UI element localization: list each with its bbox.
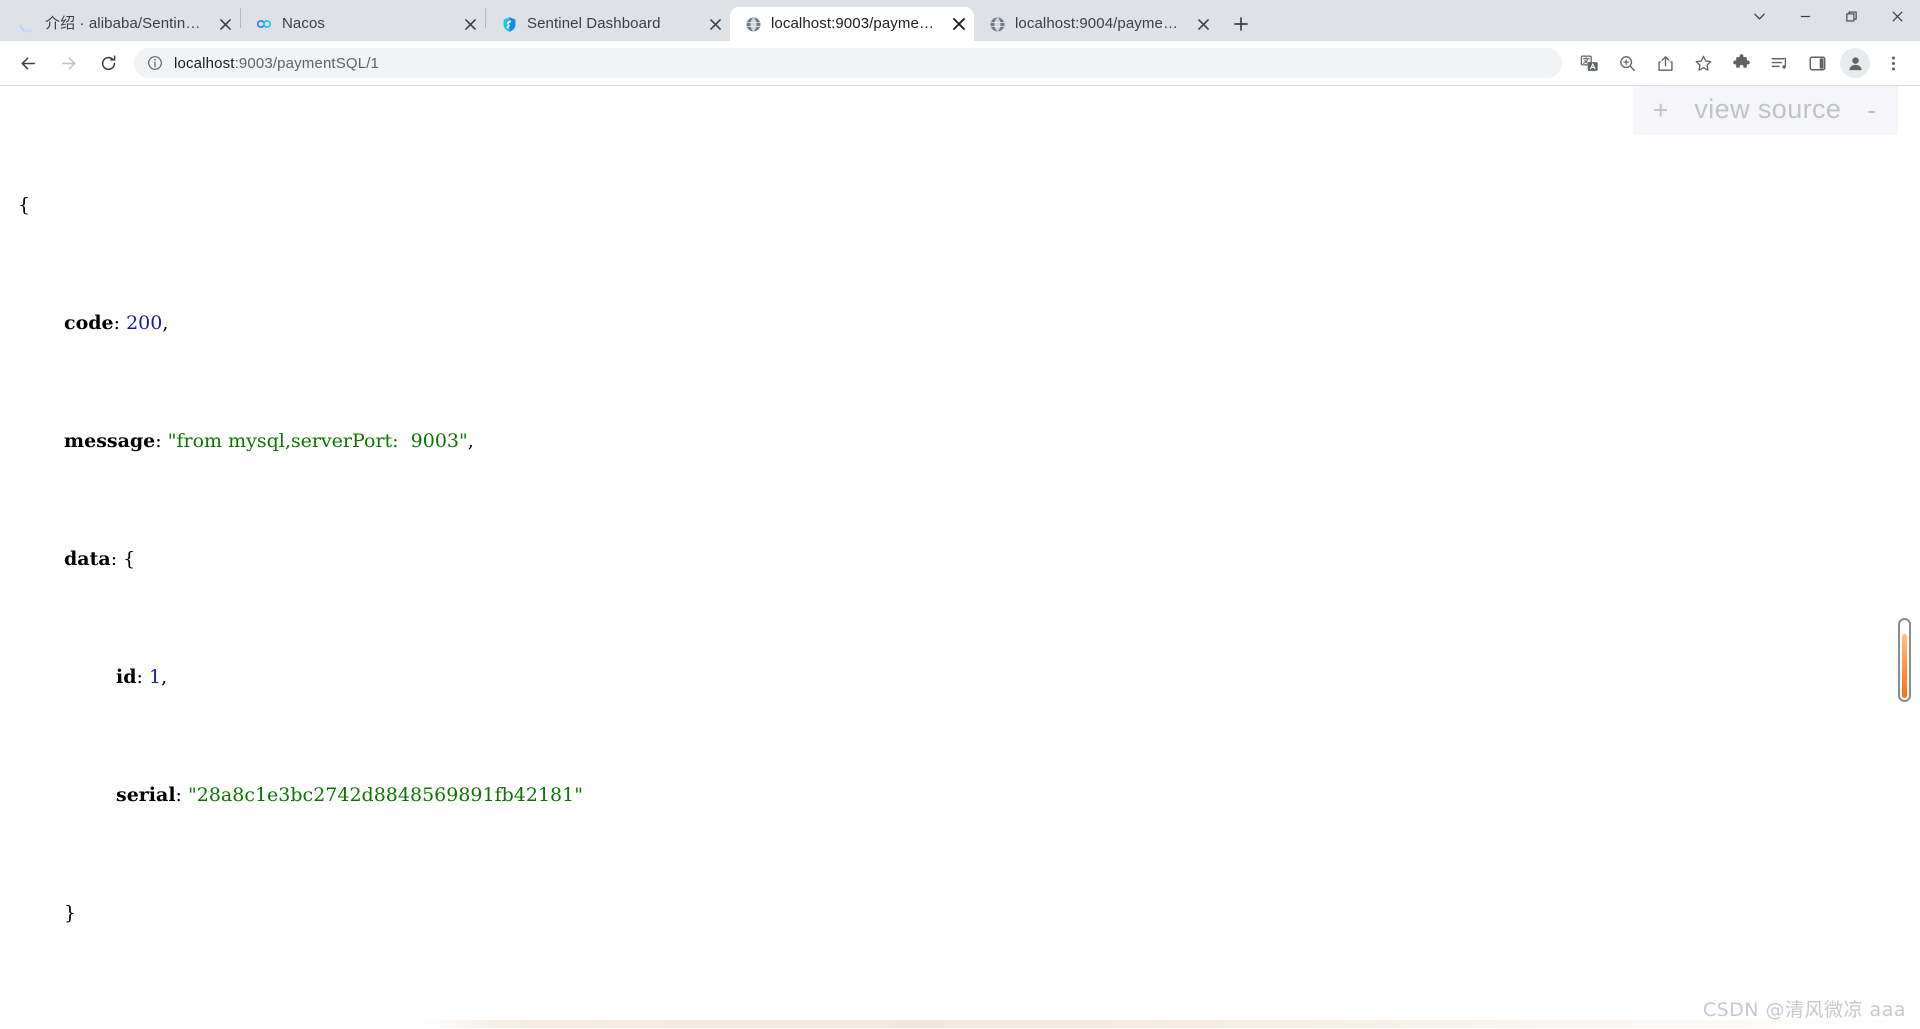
minimize-button[interactable] [1782, 0, 1828, 32]
json-value: "from mysql,serverPort: 9003" [167, 429, 468, 452]
toolbar-icons [1570, 48, 1912, 78]
tab-close-button[interactable] [1190, 11, 1216, 37]
tab-search-button[interactable] [1736, 0, 1782, 32]
tab-sentinel-dashboard[interactable]: Sentinel Dashboard [486, 7, 730, 41]
page-scrollbar[interactable] [1898, 618, 1911, 702]
page-scrollbar-thumb[interactable] [1902, 634, 1907, 698]
forward-button[interactable] [51, 46, 85, 80]
json-line-serial: serial: "28a8c1e3bc2742d8848569891fb4218… [12, 781, 1920, 811]
extensions-puzzle-icon[interactable] [1726, 48, 1756, 78]
close-window-button[interactable] [1874, 0, 1920, 32]
json-key: code [64, 311, 114, 334]
globe-icon [744, 15, 762, 33]
tab-nacos[interactable]: Nacos [241, 7, 485, 41]
collapse-all-button[interactable]: - [1867, 97, 1876, 123]
page-content: + view source - { code: 200, message: "f… [0, 86, 1920, 1028]
json-comma: , [467, 429, 474, 452]
json-viewer: { code: 200, message: "from mysql,server… [0, 86, 1920, 1029]
root-open-brace: { [18, 193, 31, 216]
json-value: "28a8c1e3bc2742d8848569891fb42181" [188, 783, 583, 806]
sentinel-shield-icon [500, 15, 518, 33]
profile-avatar-icon[interactable] [1840, 48, 1870, 78]
json-data-close: } [12, 899, 1920, 929]
view-source-panel: + view source - [1633, 86, 1898, 135]
site-info-icon[interactable] [146, 54, 164, 72]
json-key: data [64, 547, 111, 570]
tab-title: 介绍 · alibaba/Sentinel Wiki [45, 15, 206, 32]
view-source-link[interactable]: view source [1694, 94, 1841, 125]
new-tab-button[interactable] [1226, 9, 1256, 39]
json-key: id [116, 665, 137, 688]
json-line-code: code: 200, [12, 309, 1920, 339]
translate-icon[interactable] [1574, 48, 1604, 78]
json-key: serial [116, 783, 176, 806]
back-button[interactable] [11, 46, 45, 80]
json-root-open: { [12, 191, 1920, 221]
tab-title: localhost:9004/paymentSQL/1 [1015, 15, 1184, 32]
json-comma: , [161, 665, 168, 688]
tab-close-button[interactable] [946, 11, 972, 37]
json-line-data: -data: { [12, 545, 1920, 575]
expand-all-button[interactable]: + [1653, 97, 1668, 123]
media-playlist-icon[interactable] [1764, 48, 1794, 78]
side-panel-icon[interactable] [1802, 48, 1832, 78]
tab-sentinel-wiki[interactable]: 介绍 · alibaba/Sentinel Wiki [4, 7, 240, 41]
tab-localhost-9003[interactable]: localhost:9003/paymentSQL/1 [730, 7, 974, 41]
bookmark-star-icon[interactable] [1688, 48, 1718, 78]
bottom-decoration [0, 1020, 1920, 1028]
tab-localhost-9004[interactable]: localhost:9004/paymentSQL/1 [974, 7, 1218, 41]
json-key: message [64, 429, 156, 452]
window-controls [1736, 0, 1920, 41]
zoom-in-icon[interactable] [1612, 48, 1642, 78]
json-line-message: message: "from mysql,serverPort: 9003", [12, 427, 1920, 457]
csdn-watermark: CSDN @清风微凉 aaa [1702, 999, 1906, 1021]
json-comma: , [162, 311, 169, 334]
globe-icon [988, 15, 1006, 33]
data-close-brace: } [64, 901, 77, 924]
address-bar[interactable]: localhost:9003/paymentSQL/1 [134, 48, 1562, 78]
json-value: 200 [126, 311, 163, 334]
tab-title: localhost:9003/paymentSQL/1 [771, 15, 940, 32]
loading-spinner-icon [18, 15, 36, 33]
nacos-infinity-icon [255, 15, 273, 33]
json-value: 1 [148, 665, 162, 688]
tab-strip: 介绍 · alibaba/Sentinel Wiki Nacos [0, 0, 1920, 41]
json-open-brace: { [123, 547, 136, 570]
tab-title: Sentinel Dashboard [527, 15, 661, 32]
share-icon[interactable] [1650, 48, 1680, 78]
tab-title: Nacos [282, 15, 326, 32]
reload-button[interactable] [91, 46, 125, 80]
browser-toolbar: localhost:9003/paymentSQL/1 [0, 41, 1920, 86]
tab-close-button[interactable] [212, 11, 238, 37]
maximize-restore-button[interactable] [1828, 0, 1874, 32]
tab-close-button[interactable] [457, 11, 483, 37]
url-host: localhost [174, 54, 235, 72]
browser-window: 介绍 · alibaba/Sentinel Wiki Nacos [0, 0, 1920, 1029]
three-dot-menu-icon[interactable] [1878, 48, 1908, 78]
tab-close-button[interactable] [702, 11, 728, 37]
address-bar-url: localhost:9003/paymentSQL/1 [174, 55, 379, 72]
json-line-id: id: 1, [12, 663, 1920, 693]
url-path: :9003/paymentSQL/1 [234, 54, 380, 72]
